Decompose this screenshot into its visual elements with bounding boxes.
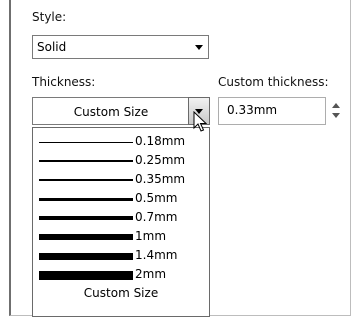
thickness-option[interactable]: 1mm (33, 228, 209, 246)
thickness-option-label: 1.4mm (135, 248, 178, 262)
style-dropdown[interactable]: Solid (32, 35, 209, 59)
custom-thickness-label: Custom thickness: (218, 75, 329, 89)
thickness-option-label: 0.5mm (135, 191, 178, 205)
thickness-option[interactable]: 0.18mm (33, 133, 209, 151)
thickness-label: Thickness: (32, 75, 96, 89)
chevron-down-icon (195, 45, 203, 50)
custom-thickness-spinner[interactable] (328, 97, 344, 125)
thickness-option[interactable]: 0.35mm (33, 171, 209, 189)
style-dropdown-value: Solid (37, 40, 67, 54)
style-label: Style: (32, 10, 67, 24)
thickness-option-label: Custom Size (83, 286, 159, 300)
spin-up-icon[interactable] (332, 103, 340, 108)
line-sample (39, 179, 133, 181)
spin-down-icon[interactable] (332, 113, 340, 118)
line-sample (39, 234, 133, 240)
custom-thickness-input[interactable]: 0.33mm (218, 97, 326, 125)
thickness-option-label: 2mm (135, 267, 167, 281)
thickness-options-list: 0.18mm 0.25mm 0.35mm 0.5mm 0.7mm 1mm 1.4… (32, 127, 210, 317)
thickness-option-custom[interactable]: Custom Size (33, 285, 209, 303)
mouse-pointer-icon (193, 111, 207, 132)
line-sample (39, 252, 133, 260)
thickness-dropdown-value: Custom Size (73, 105, 149, 119)
thickness-option[interactable]: 2mm (33, 266, 209, 284)
thickness-option-label: 1mm (135, 229, 167, 243)
line-sample (39, 270, 133, 280)
thickness-option[interactable]: 0.25mm (33, 152, 209, 170)
thickness-option[interactable]: 0.7mm (33, 209, 209, 227)
thickness-option-label: 0.7mm (135, 210, 178, 224)
thickness-option-label: 0.35mm (135, 172, 186, 186)
thickness-option-label: 0.18mm (135, 134, 186, 148)
thickness-dropdown[interactable]: Custom Size (32, 97, 210, 125)
line-sample (39, 141, 133, 143)
line-sample (39, 216, 133, 220)
thickness-option[interactable]: 1.4mm (33, 247, 209, 265)
line-sample (39, 197, 133, 201)
custom-thickness-value: 0.33mm (227, 103, 278, 117)
thickness-option-label: 0.25mm (135, 153, 186, 167)
line-sample (39, 160, 133, 162)
thickness-option[interactable]: 0.5mm (33, 190, 209, 208)
